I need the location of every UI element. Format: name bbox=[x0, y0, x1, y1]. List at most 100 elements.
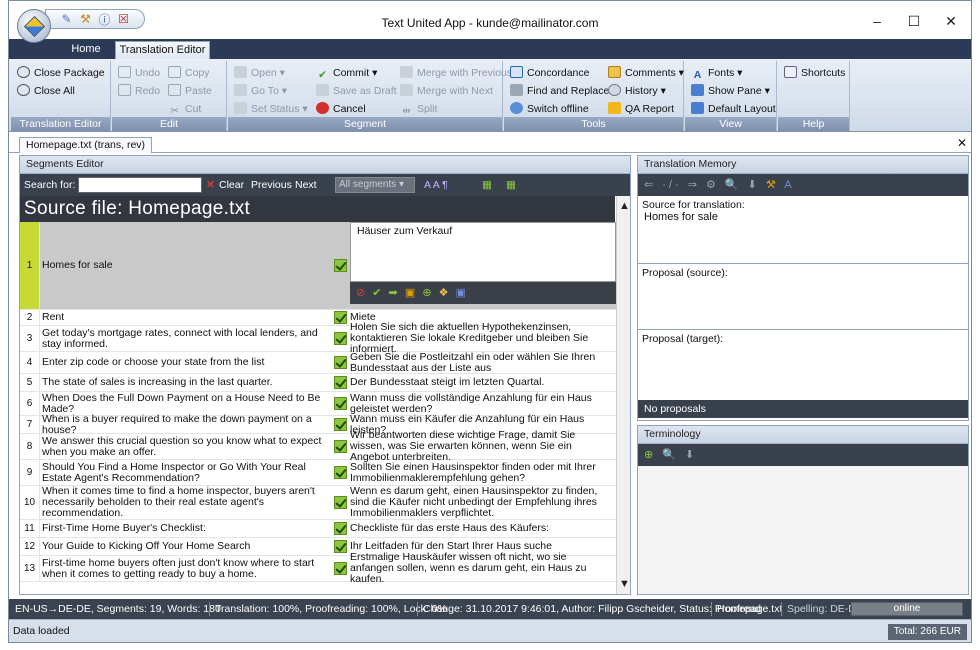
confirmed-check-icon[interactable] bbox=[331, 374, 349, 391]
previous-button[interactable]: Previous bbox=[251, 178, 292, 192]
segment-row[interactable]: 9 Should You Find a Home Inspector or Go … bbox=[20, 460, 616, 486]
paste-button[interactable]: Paste bbox=[168, 83, 212, 99]
default-layout-button[interactable]: Default Layout bbox=[691, 101, 776, 117]
vertical-scrollbar[interactable]: ▲ ▼ bbox=[616, 196, 630, 594]
confirmed-check-icon[interactable] bbox=[331, 538, 349, 555]
scroll-down-icon[interactable]: ▼ bbox=[617, 578, 630, 590]
concordance-icon bbox=[510, 66, 523, 78]
segment-filter-select[interactable]: All segments ▾ bbox=[335, 177, 415, 193]
segment-row[interactable]: 4 Enter zip code or choose your state fro… bbox=[20, 351, 616, 374]
segment-target[interactable]: Wann muss die vollständige Anzahlung für… bbox=[350, 392, 612, 415]
grid-icon[interactable]: ▦ bbox=[482, 178, 492, 192]
segment-target[interactable]: Holen Sie sich die aktuellen Hypothekenz… bbox=[350, 322, 612, 355]
redo-icon bbox=[118, 84, 131, 96]
app-menu-button[interactable] bbox=[17, 9, 51, 43]
close-window-button[interactable]: ✕ bbox=[941, 13, 961, 30]
fonts-button[interactable]: A Fonts ▾ bbox=[691, 65, 743, 81]
segment-target[interactable]: Wenn es darum geht, einen Hausinspektor … bbox=[350, 486, 612, 519]
segment-row[interactable]: 13 First-time home buyers often just don'… bbox=[20, 552, 616, 585]
history-icon bbox=[608, 84, 621, 96]
segment-row[interactable]: 1 Homes for sale Häuser zum Verkauf ⊘ ✔ ➡ ▣… bbox=[20, 222, 616, 310]
ribbon: Close Package Close All Translation Edit… bbox=[9, 59, 971, 132]
shortcuts-button[interactable]: Shortcuts bbox=[784, 65, 845, 81]
commit-button[interactable]: ✔ Commit ▾ bbox=[316, 65, 377, 81]
binoculars-icon bbox=[510, 84, 523, 96]
target-editor[interactable]: Häuser zum Verkauf bbox=[350, 222, 616, 282]
confirmed-check-icon[interactable] bbox=[331, 416, 349, 433]
segment-row[interactable]: 11 First-Time Home Buyer's Checklist: Chec… bbox=[20, 520, 616, 538]
editor-toolbar[interactable]: ⊘ ✔ ➡ ▣ ⊕ ❖ ▣ bbox=[350, 282, 616, 304]
confirmed-check-icon[interactable] bbox=[331, 486, 349, 519]
confirmed-check-icon[interactable] bbox=[331, 460, 349, 485]
next-button[interactable]: Next bbox=[295, 178, 317, 192]
copy-button[interactable]: Copy bbox=[168, 65, 210, 81]
go-to-button[interactable]: Go To ▾ bbox=[234, 83, 287, 99]
confirmed-check-icon[interactable] bbox=[331, 352, 349, 373]
maximize-button[interactable]: ☐ bbox=[904, 13, 924, 30]
split-icon: ⇹ bbox=[402, 105, 411, 117]
close-document-icon[interactable]: ✕ bbox=[957, 136, 967, 150]
checkmark-icon: ✔ bbox=[318, 69, 327, 81]
close-package-button[interactable]: Close Package bbox=[17, 65, 105, 81]
confirmed-check-icon[interactable] bbox=[331, 434, 349, 459]
cut-button[interactable]: ✂ Cut bbox=[168, 101, 201, 117]
segments-toolbar: Search for: ✕ Clear Previous Next All se… bbox=[20, 174, 630, 196]
save-as-draft-button[interactable]: Save as Draft bbox=[316, 83, 397, 99]
go-to-icon bbox=[234, 84, 247, 96]
confirmed-check-icon[interactable] bbox=[331, 310, 349, 325]
history-button[interactable]: History ▾ bbox=[608, 83, 666, 99]
total-cost: Total: 266 EUR bbox=[887, 624, 967, 640]
no-proposals-status: No proposals bbox=[638, 400, 968, 418]
document-tab[interactable]: Homepage.txt (trans, rev) bbox=[19, 137, 153, 153]
show-pane-button[interactable]: Show Pane ▾ bbox=[691, 83, 770, 99]
confirmed-check-icon[interactable] bbox=[331, 326, 349, 351]
segment-target[interactable]: Checkliste für das erste Haus des Käufer… bbox=[350, 520, 612, 537]
ribbon-tab-strip: Home Translation Editor bbox=[9, 39, 971, 59]
split-button[interactable]: ⇹ Split bbox=[400, 101, 437, 117]
window-title: Text United App - kunde@mailinator.com bbox=[381, 16, 599, 30]
confirmed-check-icon[interactable] bbox=[331, 392, 349, 415]
tab-translation-editor[interactable]: Translation Editor bbox=[115, 41, 210, 59]
redo-button[interactable]: Redo bbox=[118, 83, 160, 99]
segment-row[interactable]: 10 When it comes time to find a home insp… bbox=[20, 486, 616, 520]
scroll-up-icon[interactable]: ▲ bbox=[617, 200, 630, 212]
open-button[interactable]: Open ▾ bbox=[234, 65, 285, 81]
clear-button[interactable]: Clear bbox=[219, 178, 244, 192]
close-all-button[interactable]: Close All bbox=[17, 83, 75, 99]
minimize-button[interactable]: – bbox=[867, 13, 887, 29]
segment-number: 9 bbox=[20, 460, 40, 485]
undo-button[interactable]: Undo bbox=[118, 65, 160, 81]
segment-row[interactable]: 3 Get today's mortgage rates, connect wit… bbox=[20, 322, 616, 355]
segment-target[interactable]: Geben Sie die Postleitzahl ein oder wähl… bbox=[350, 351, 612, 373]
segment-row[interactable]: 5 The state of sales is increasing in the… bbox=[20, 374, 616, 392]
comments-button[interactable]: Comments ▾ bbox=[608, 65, 684, 81]
cancel-button[interactable]: Cancel bbox=[316, 101, 366, 117]
source-file-header: Source file: Homepage.txt bbox=[20, 196, 615, 222]
clear-x-icon[interactable]: ✕ bbox=[206, 178, 215, 192]
merge-previous-button[interactable]: Merge with Previous bbox=[400, 65, 512, 81]
segment-source: Homes for sale bbox=[42, 259, 113, 271]
layout-toggle-icon[interactable]: ▦ bbox=[506, 178, 516, 192]
status-icon bbox=[234, 102, 247, 114]
segment-target[interactable]: Erstmalige Hauskäufer wissen oft nicht, … bbox=[350, 552, 612, 585]
segment-source: When Does the Full Down Payment on a Hou… bbox=[42, 391, 321, 415]
font-style-icon[interactable]: A A ¶ bbox=[424, 178, 448, 192]
find-replace-button[interactable]: Find and Replace bbox=[510, 83, 609, 99]
merge-next-button[interactable]: Merge with Next bbox=[400, 83, 493, 99]
search-input[interactable] bbox=[78, 177, 202, 193]
confirmed-check-icon[interactable] bbox=[331, 222, 349, 309]
segment-row[interactable]: 8 We answer this crucial question so you … bbox=[20, 430, 616, 463]
proposal-target-label: Proposal (target): bbox=[642, 333, 724, 345]
concordance-button[interactable]: Concordance bbox=[510, 65, 589, 81]
segment-target[interactable]: Wir beantworten diese wichtige Frage, da… bbox=[350, 430, 612, 463]
online-status: online bbox=[851, 602, 963, 616]
switch-offline-button[interactable]: Switch offline bbox=[510, 101, 589, 117]
set-status-button[interactable]: Set Status ▾ bbox=[234, 101, 308, 117]
segment-number: 3 bbox=[20, 326, 40, 351]
tab-home[interactable]: Home bbox=[61, 41, 111, 59]
confirmed-check-icon[interactable] bbox=[331, 556, 349, 581]
confirmed-check-icon[interactable] bbox=[331, 520, 349, 537]
qa-report-button[interactable]: QA Report bbox=[608, 101, 674, 117]
segment-target[interactable]: Sollten Sie einen Hausinspektor finden o… bbox=[350, 460, 612, 485]
segment-target[interactable]: Der Bundesstaat steigt im letzten Quarta… bbox=[350, 374, 612, 391]
